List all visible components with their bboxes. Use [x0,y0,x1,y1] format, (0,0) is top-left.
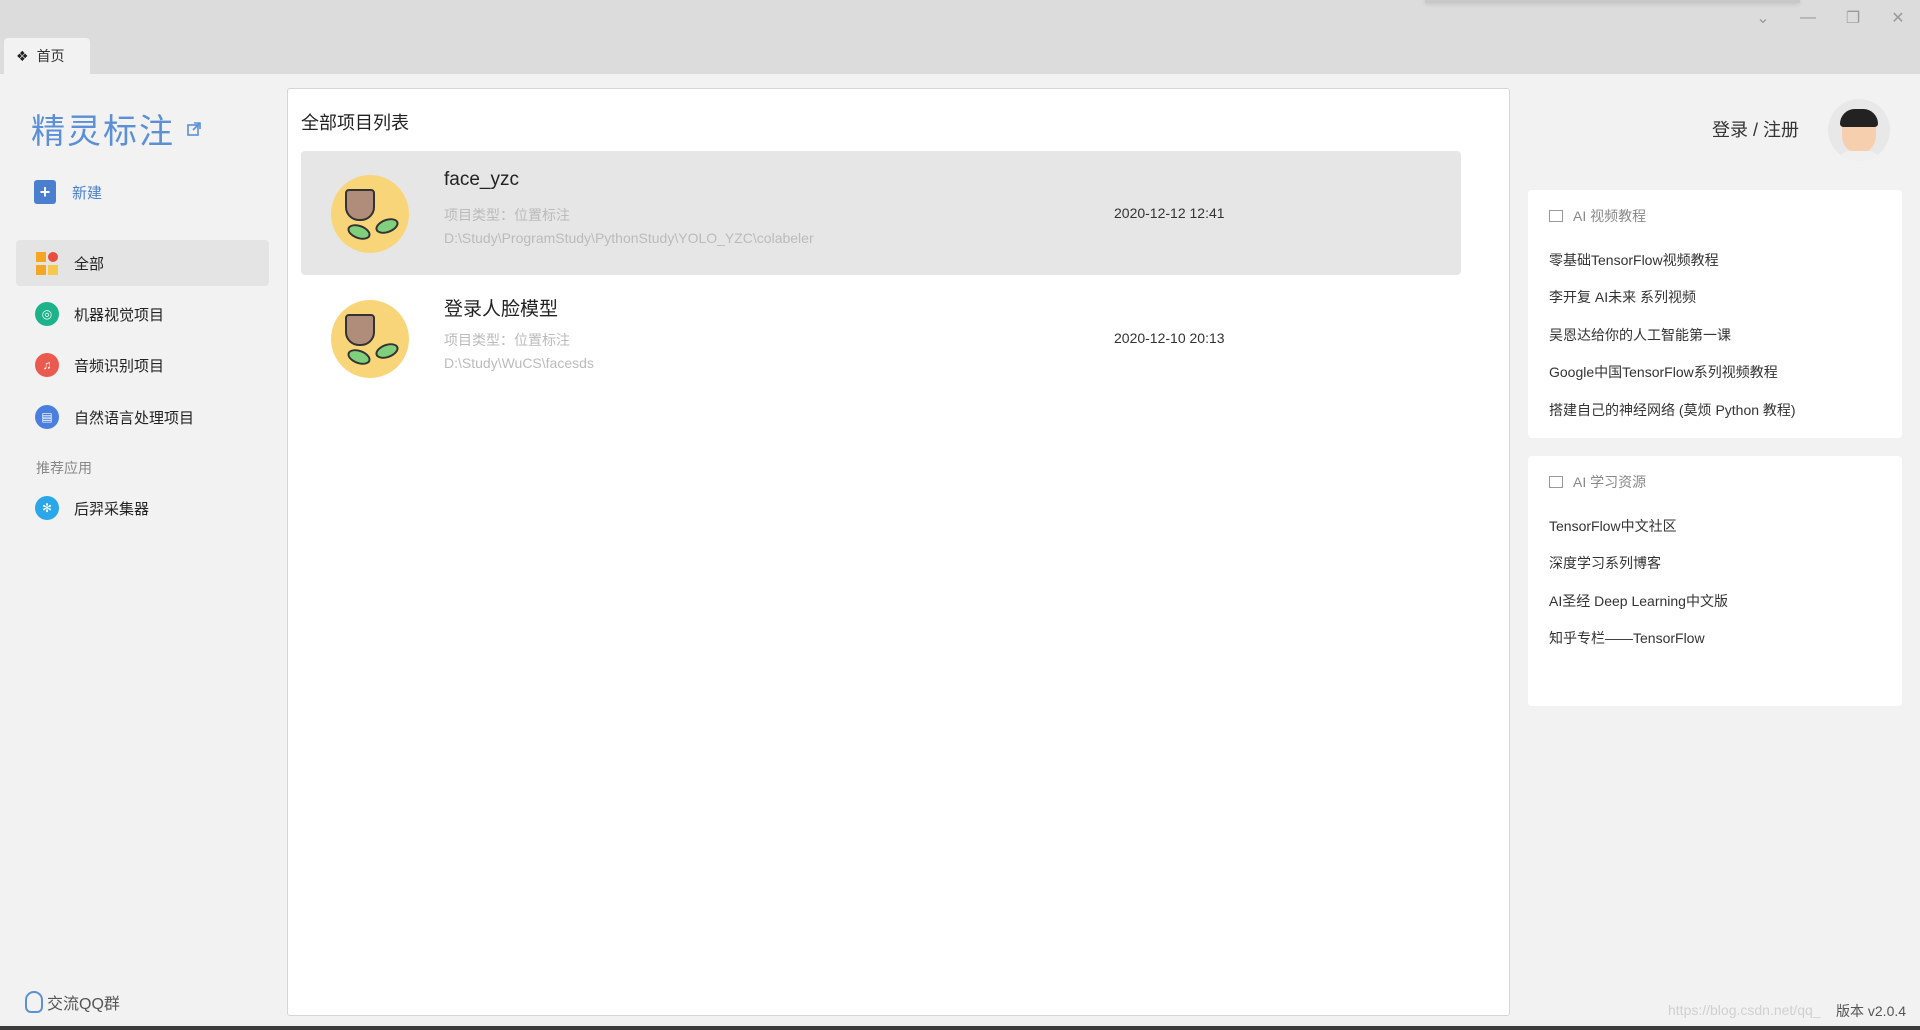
new-label: 新建 [72,184,103,202]
sidebar-item-label: 机器视觉项目 [74,306,165,324]
plus-icon: + [34,180,56,204]
document-icon: ▤ [35,405,59,429]
project-type: 项目类型：位置标注 [444,207,570,223]
resources-card-title: AI 学习资源 [1573,474,1647,490]
sidebar-item-vision[interactable]: ◎ 机器视觉项目 [16,291,269,337]
project-card[interactable]: face_yzc 项目类型：位置标注 D:\Study\ProgramStudy… [301,151,1461,275]
lightbulb-icon: ◎ [35,302,59,326]
music-note-icon: ♫ [35,353,59,377]
resources-card-header: AI 学习资源 [1549,472,1646,492]
login-register-link[interactable]: 登录 / 注册 [1712,116,1799,142]
qq-icon [25,991,43,1013]
title-bar: ❖ 首页 ⌄ — ❐ ✕ [0,0,1920,74]
tab-home[interactable]: ❖ 首页 [4,38,90,74]
restore-button[interactable]: ❐ [1838,6,1868,30]
version-label: 版本 v2.0.4 [1836,1003,1907,1019]
close-button[interactable]: ✕ [1883,6,1913,30]
resource-link[interactable]: AI圣经 Deep Learning中文版 [1549,591,1728,611]
sidebar-item-label: 自然语言处理项目 [74,409,195,427]
tulip-icon [331,175,409,253]
book-icon [1549,476,1563,488]
sidebar-item-nlp[interactable]: ▤ 自然语言处理项目 [16,394,269,440]
grid-icon [35,251,59,275]
sidebar-item-label: 全部 [74,255,105,273]
sidebar-item-all[interactable]: 全部 [16,240,269,286]
sidebar-item-label: 音频识别项目 [74,357,165,375]
resource-link[interactable]: 知乎专栏——TensorFlow [1549,628,1705,648]
project-date: 2020-12-10 20:13 [1114,330,1225,346]
play-video-icon [1549,210,1563,222]
tulip-icon [331,300,409,378]
video-card-title: AI 视频教程 [1573,208,1647,224]
tutorial-link[interactable]: 吴恩达给你的人工智能第一课 [1549,325,1731,345]
brand-title[interactable]: 精灵标注 [31,104,201,153]
chevron-down-icon[interactable]: ⌄ [1748,6,1778,30]
diamond-grid-icon: ❖ [16,47,29,64]
qq-label: 交流QQ群 [47,996,120,1013]
brand-label: 精灵标注 [31,113,175,151]
pinwheel-icon: ✻ [35,496,59,520]
project-type: 项目类型：位置标注 [444,332,570,348]
learning-resources-card: AI 学习资源 TensorFlow中文社区 深度学习系列博客 AI圣经 Dee… [1528,456,1902,706]
tutorial-link[interactable]: 搭建自己的神经网络 (莫烦 Python 教程) [1549,400,1796,420]
new-project-button[interactable]: + 新建 [34,180,102,204]
project-name: 登录人脸模型 [444,299,559,320]
video-tutorials-card: AI 视频教程 零基础TensorFlow视频教程 李开复 AI未来 系列视频 … [1528,190,1902,438]
video-card-header: AI 视频教程 [1549,206,1646,226]
page-title: 全部项目列表 [301,113,409,133]
resource-link[interactable]: 深度学习系列博客 [1549,553,1661,573]
external-link-icon [187,121,201,136]
sidebar [0,74,287,1030]
project-card[interactable]: 登录人脸模型 项目类型：位置标注 D:\Study\WuCS\facesds 2… [301,276,1461,400]
sidebar-item-audio[interactable]: ♫ 音频识别项目 [16,342,269,388]
tab-home-label: 首页 [36,48,65,64]
tutorial-link[interactable]: 零基础TensorFlow视频教程 [1549,250,1719,270]
top-shadow [1425,0,1800,3]
sidebar-item-label: 后羿采集器 [74,500,150,518]
minimize-button[interactable]: — [1793,6,1823,30]
project-path: D:\Study\WuCS\facesds [444,355,594,371]
project-date: 2020-12-12 12:41 [1114,205,1225,221]
user-avatar[interactable] [1828,99,1890,161]
recommended-apps-label: 推荐应用 [36,460,92,476]
project-list-panel: 全部项目列表 face_yzc 项目类型：位置标注 D:\Study\Progr… [287,88,1510,1016]
bottom-border [0,1026,1920,1030]
project-name: face_yzc [444,169,519,190]
resource-link[interactable]: TensorFlow中文社区 [1549,516,1677,536]
watermark-text: https://blog.csdn.net/qq_ [1668,1002,1821,1018]
tutorial-link[interactable]: Google中国TensorFlow系列视频教程 [1549,362,1778,382]
tutorial-link[interactable]: 李开复 AI未来 系列视频 [1549,287,1696,307]
qq-group-link[interactable]: 交流QQ群 [25,990,120,1014]
project-path: D:\Study\ProgramStudy\PythonStudy\YOLO_Y… [444,230,814,246]
sidebar-item-houyi[interactable]: ✻ 后羿采集器 [16,485,269,531]
